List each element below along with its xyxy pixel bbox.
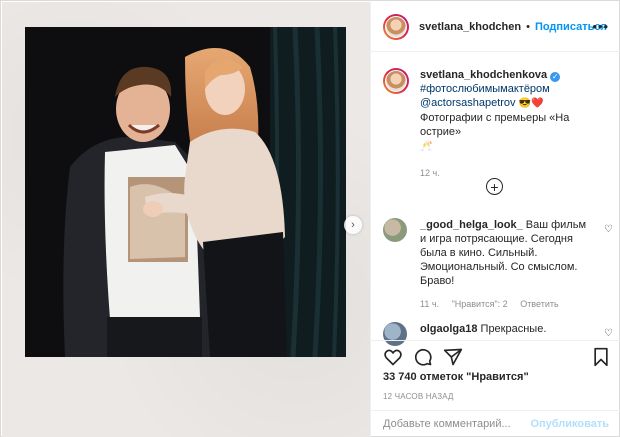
comment-icon[interactable] bbox=[413, 347, 433, 367]
comment-username[interactable]: _good_helga_look_ bbox=[420, 219, 523, 231]
photo-illustration bbox=[25, 27, 346, 357]
caption-avatar[interactable] bbox=[383, 68, 409, 94]
caption-username[interactable]: svetlana_khodchenkova bbox=[420, 69, 547, 81]
paper-plane-icon[interactable] bbox=[443, 347, 463, 367]
separator: • bbox=[526, 20, 530, 33]
action-bar bbox=[371, 340, 620, 370]
avatar[interactable] bbox=[383, 13, 409, 40]
caption-text: Фотографии с премьеры «На острие» bbox=[420, 112, 570, 138]
verified-badge-icon: ✓ bbox=[550, 72, 561, 82]
comment-item: olgaolga18 Прекрасные. ♡ bbox=[383, 322, 613, 346]
comment-input[interactable] bbox=[383, 418, 531, 430]
bookmark-icon[interactable] bbox=[591, 347, 611, 367]
chevron-right-icon[interactable]: › bbox=[344, 216, 362, 234]
post-header: svetlana_khodchen • Подписаться ••• bbox=[371, 2, 620, 52]
heart-icon[interactable] bbox=[383, 347, 403, 367]
publish-button[interactable]: Опубликовать bbox=[530, 418, 609, 430]
caption: svetlana_khodchenkova ✓ #фотослюбимымакт… bbox=[383, 68, 613, 180]
post-media[interactable]: › bbox=[2, 2, 370, 437]
plus-circle-icon[interactable]: + bbox=[486, 178, 503, 195]
comment-time[interactable]: 11 ч. bbox=[420, 299, 439, 309]
caption-trailing-emoji: 🥂 bbox=[420, 141, 433, 152]
comment-item: _good_helga_look_ Ваш фильм и игра потря… bbox=[383, 218, 613, 311]
add-comment-bar: Опубликовать bbox=[371, 410, 620, 437]
caption-time[interactable]: 12 ч. bbox=[420, 166, 613, 180]
post-photo[interactable] bbox=[25, 27, 346, 357]
mention-link[interactable]: @actorsashapetrov bbox=[420, 97, 516, 109]
comment-heart-icon[interactable]: ♡ bbox=[604, 224, 613, 235]
post-sidebar: svetlana_khodchen • Подписаться ••• svet… bbox=[370, 2, 620, 437]
comment-likes[interactable]: "Нравится": 2 bbox=[452, 299, 508, 309]
comment-username[interactable]: olgaolga18 bbox=[420, 323, 477, 335]
post-time[interactable]: 12 ЧАСОВ НАЗАД bbox=[383, 392, 454, 401]
caption-emojis: 😎❤️ bbox=[518, 98, 544, 109]
hashtag-link[interactable]: #фотослюбимымактёром bbox=[420, 83, 550, 95]
comment-heart-icon[interactable]: ♡ bbox=[604, 328, 613, 339]
more-horizontal-icon[interactable]: ••• bbox=[592, 19, 609, 34]
comment-text: Прекрасные. bbox=[480, 323, 547, 335]
post-modal: › svetlana_khodchen • Подписаться ••• sv… bbox=[0, 0, 620, 437]
likes-count[interactable]: 33 740 отметок "Нравится" bbox=[383, 371, 529, 383]
reply-button[interactable]: Ответить bbox=[520, 299, 558, 309]
header-username[interactable]: svetlana_khodchen bbox=[419, 21, 521, 33]
comment-avatar[interactable] bbox=[383, 218, 407, 242]
